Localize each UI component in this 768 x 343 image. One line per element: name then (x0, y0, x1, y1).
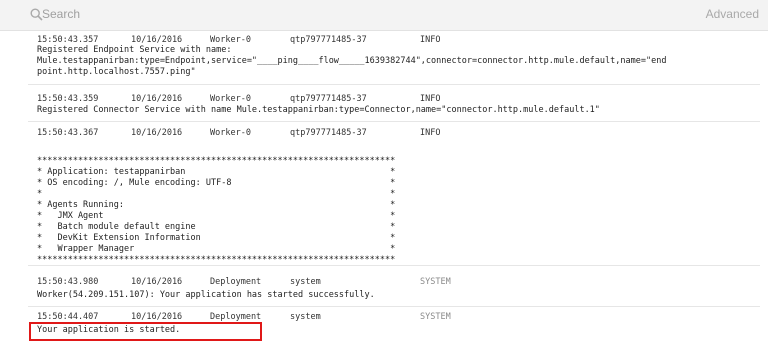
divider (28, 121, 760, 122)
log-date: 10/16/2016 (131, 312, 183, 322)
log-message: Worker(54.209.151.107): Your application… (37, 290, 375, 300)
log-date: 10/16/2016 (131, 35, 183, 45)
log-thread: Worker-0 (210, 35, 251, 45)
log-time: 15:50:44.407 (37, 312, 99, 322)
log-level: INFO (420, 128, 441, 138)
log-panel: 15:50:43.357 10/16/2016 Worker-0 qtp7977… (0, 30, 768, 343)
log-context: qtp797771485-37 (290, 128, 367, 138)
log-level: INFO (420, 94, 441, 104)
log-level: SYSTEM (420, 277, 451, 287)
search-bar[interactable]: Search Advanced (0, 0, 768, 31)
log-thread: Worker-0 (210, 94, 251, 104)
log-context: system (290, 277, 321, 287)
log-time: 15:50:43.980 (37, 277, 99, 287)
log-thread: Worker-0 (210, 128, 251, 138)
log-level: INFO (420, 35, 441, 45)
log-context: qtp797771485-37 (290, 94, 367, 104)
log-context: qtp797771485-37 (290, 35, 367, 45)
log-date: 10/16/2016 (131, 277, 183, 287)
log-banner: ****************************************… (37, 156, 396, 265)
divider (28, 306, 760, 307)
search-input[interactable]: Search (42, 7, 80, 21)
log-context: system (290, 312, 321, 322)
divider (28, 84, 760, 85)
log-message: Registered Endpoint Service with name: M… (37, 45, 667, 77)
log-date: 10/16/2016 (131, 94, 183, 104)
log-time: 15:50:43.359 (37, 94, 99, 104)
log-date: 10/16/2016 (131, 128, 183, 138)
advanced-search-link[interactable]: Advanced (706, 7, 759, 21)
log-level: SYSTEM (420, 312, 451, 322)
divider (28, 265, 760, 266)
log-time: 15:50:43.357 (37, 35, 99, 45)
highlight-box (29, 322, 262, 341)
log-thread: Deployment (210, 312, 262, 322)
log-time: 15:50:43.367 (37, 128, 99, 138)
log-message: Registered Connector Service with name M… (37, 105, 600, 115)
log-thread: Deployment (210, 277, 262, 287)
